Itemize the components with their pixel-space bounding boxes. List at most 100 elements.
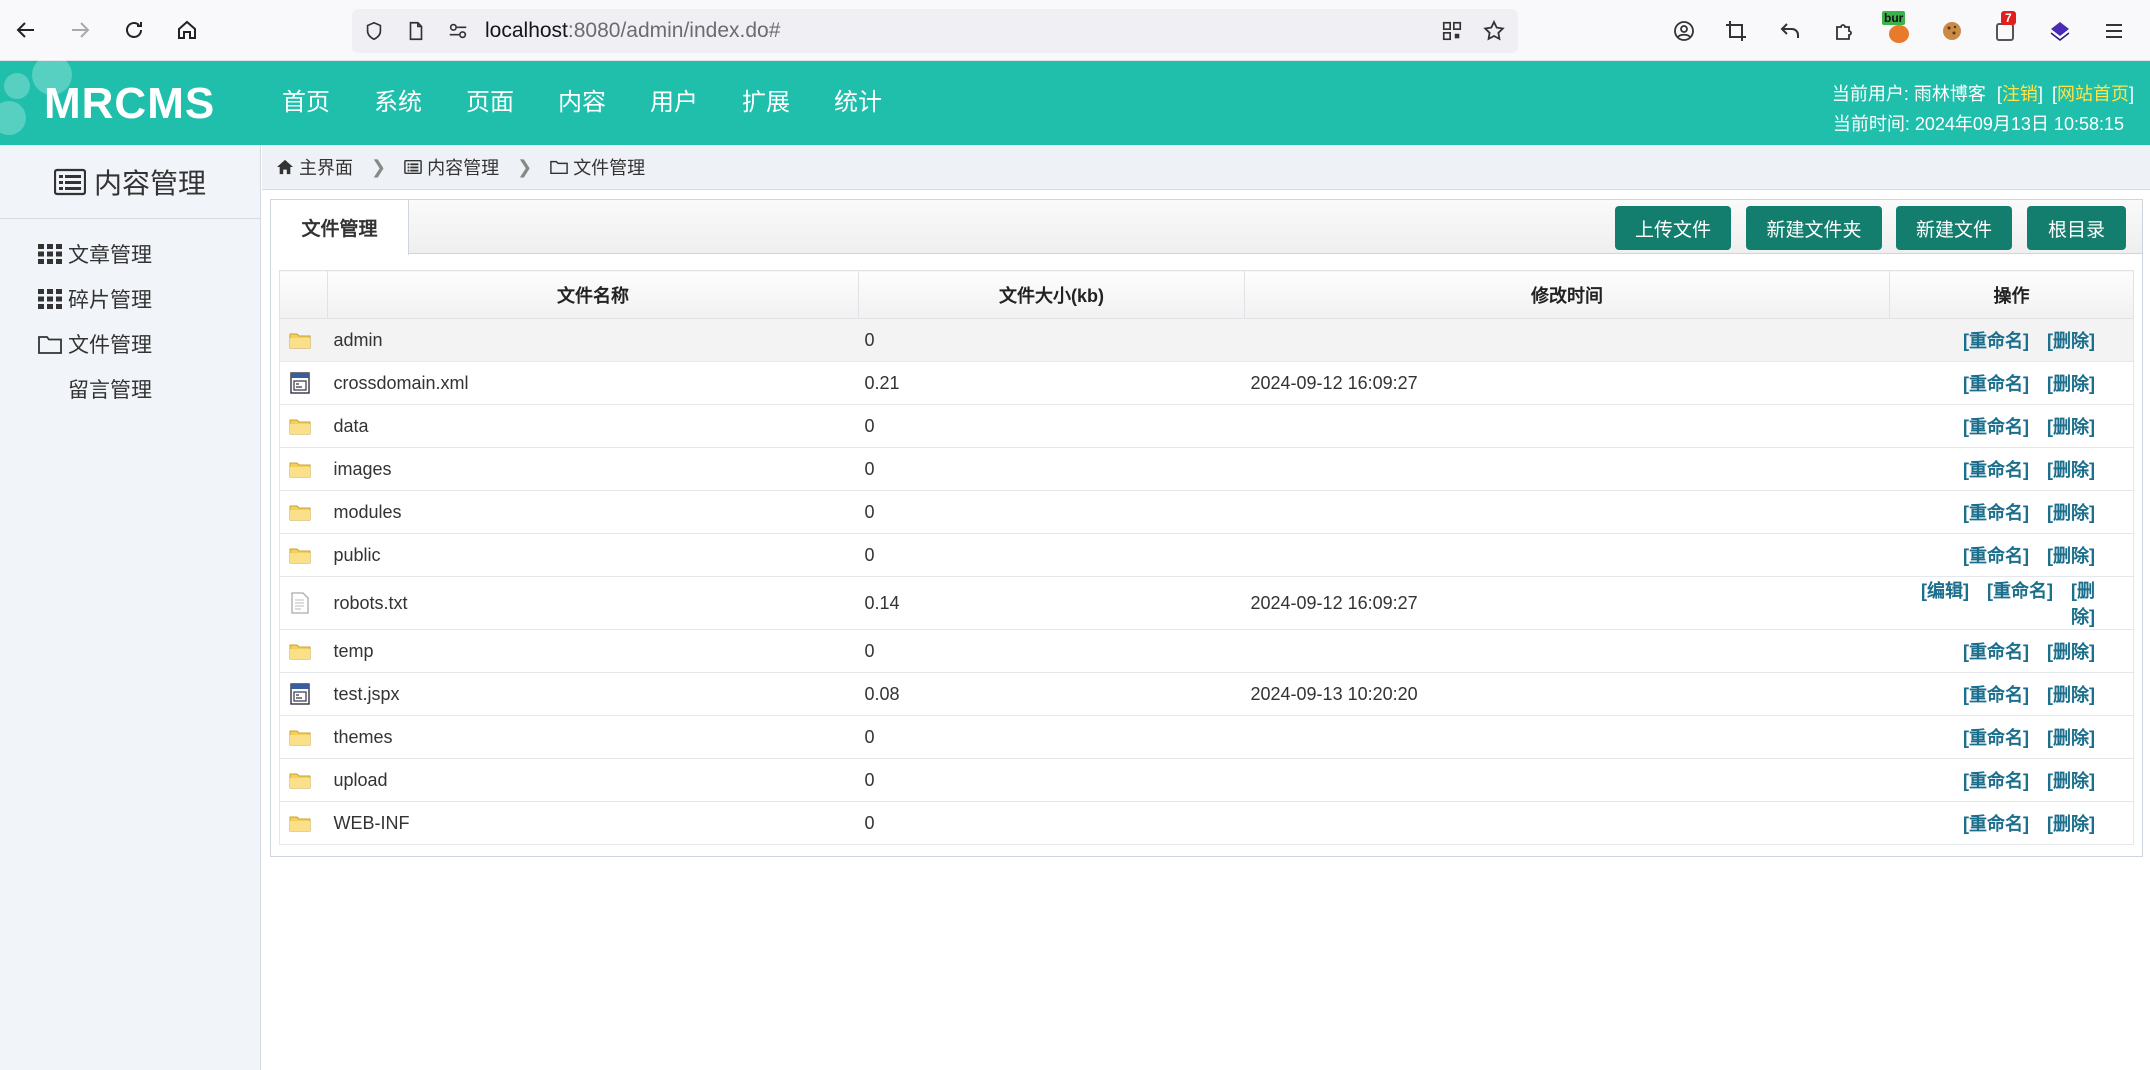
delete-link[interactable]: [删除] (2047, 685, 2095, 705)
rename-link[interactable]: [重命名] (1963, 546, 2029, 566)
root-directory-button[interactable]: 根目录 (2027, 206, 2126, 250)
app-logo[interactable]: MRCMS (44, 79, 215, 129)
file-size: 0.08 (858, 672, 1245, 716)
list-alt-icon (53, 168, 87, 196)
sidebar-item-articles[interactable]: 文章管理 (0, 231, 260, 276)
account-icon[interactable] (1670, 17, 1698, 45)
sidebar-item-messages[interactable]: 留言管理 (0, 366, 260, 411)
shield-icon[interactable] (362, 19, 386, 43)
menu-hamburger-icon[interactable] (2100, 17, 2128, 45)
breadcrumb-home[interactable]: 主界面 (276, 154, 353, 180)
file-name[interactable]: temp (327, 629, 859, 673)
nav-content[interactable]: 内容 (546, 61, 618, 145)
cookie-icon[interactable] (1938, 17, 1966, 45)
forward-arrow-icon[interactable] (64, 14, 96, 46)
logo-decoration (0, 101, 26, 135)
rename-link[interactable]: [重命名] (1963, 417, 2029, 437)
rename-link[interactable]: [重命名] (1963, 642, 2029, 662)
file-name[interactable]: crossdomain.xml (327, 361, 859, 405)
home-icon[interactable] (171, 14, 203, 46)
modified-time (1244, 447, 1890, 491)
nav-extensions[interactable]: 扩展 (730, 61, 802, 145)
nav-users[interactable]: 用户 (638, 61, 710, 145)
delete-link[interactable]: [删除] (2047, 546, 2095, 566)
file-name[interactable]: themes (327, 715, 859, 759)
delete-link[interactable]: [删除] (2047, 374, 2095, 394)
file-name[interactable]: modules (327, 490, 859, 534)
delete-link[interactable]: [删除] (2047, 642, 2095, 662)
rename-link[interactable]: [重命名] (1963, 685, 2029, 705)
connection-settings-icon[interactable] (446, 19, 470, 43)
table-row: themes 0 [重命名] [删除] (279, 715, 2134, 759)
delete-link[interactable]: [删除] (2047, 814, 2095, 834)
file-name[interactable]: data (327, 404, 859, 448)
breadcrumb-files[interactable]: 文件管理 (550, 154, 645, 180)
delete-link[interactable]: [删除] (2047, 728, 2095, 748)
delete-link[interactable]: [删除] (2047, 460, 2095, 480)
file-name[interactable]: test.jspx (327, 672, 859, 716)
notification-extension-icon[interactable]: 7 (1992, 11, 2020, 45)
rename-link[interactable]: [重命名] (1963, 771, 2029, 791)
rename-link[interactable]: [重命名] (1987, 581, 2053, 601)
rename-link[interactable]: [重命名] (1963, 460, 2029, 480)
row-actions: [重命名] [删除] (1889, 404, 2134, 448)
row-actions: [重命名] [删除] (1889, 533, 2134, 577)
nav-pages[interactable]: 页面 (454, 61, 526, 145)
file-name[interactable]: images (327, 447, 859, 491)
rename-link[interactable]: [重命名] (1963, 728, 2029, 748)
delete-link[interactable]: [删除] (2047, 417, 2095, 437)
delete-link[interactable]: [删除] (2047, 331, 2095, 351)
sidebar-item-files[interactable]: 文件管理 (0, 321, 260, 366)
breadcrumb-content[interactable]: 内容管理 (404, 154, 499, 180)
file-name[interactable]: WEB-INF (327, 801, 859, 845)
file-name[interactable]: public (327, 533, 859, 577)
file-name[interactable]: upload (327, 758, 859, 802)
upload-file-button[interactable]: 上传文件 (1615, 206, 1731, 250)
new-file-button[interactable]: 新建文件 (1896, 206, 2012, 250)
back-arrow-icon[interactable] (10, 14, 42, 46)
folder-icon (279, 801, 328, 845)
new-folder-button[interactable]: 新建文件夹 (1746, 206, 1882, 250)
extensions-puzzle-icon[interactable] (1830, 17, 1858, 45)
table-row: robots.txt 0.14 2024-09-12 16:09:27 [编辑] [重命… (279, 576, 2134, 630)
nav-statistics[interactable]: 统计 (822, 61, 894, 145)
stack-layers-icon[interactable] (2046, 17, 2074, 45)
undo-arrow-icon[interactable] (1776, 17, 1804, 45)
crop-icon[interactable] (1722, 17, 1750, 45)
file-name[interactable]: admin (327, 318, 859, 362)
rename-link[interactable]: [重命名] (1963, 374, 2029, 394)
table-row: modules 0 [重命名] [删除] (279, 490, 2134, 534)
burp-extension-icon[interactable]: bur (1882, 11, 1912, 45)
sidebar-item-label: 文件管理 (68, 333, 152, 357)
url-text[interactable]: localhost:8080/admin/index.do# (485, 19, 780, 43)
rename-link[interactable]: [重命名] (1963, 503, 2029, 523)
file-name[interactable]: robots.txt (327, 576, 859, 630)
logout-link[interactable]: 注销 (2002, 84, 2038, 104)
row-actions: [重命名] [删除] (1889, 715, 2134, 759)
bookmark-star-icon[interactable] (1482, 19, 1506, 43)
sidebar-item-label: 碎片管理 (68, 288, 152, 312)
edit-link[interactable]: [编辑] (1921, 581, 1969, 601)
nav-system[interactable]: 系统 (362, 61, 434, 145)
nav-home[interactable]: 首页 (270, 61, 342, 145)
header-file-name: 文件名称 (327, 270, 859, 319)
xml-file-icon (279, 672, 328, 716)
folder-icon (279, 404, 328, 448)
page-icon[interactable] (404, 19, 428, 43)
qr-code-icon[interactable] (1440, 19, 1464, 43)
delete-link[interactable]: [删除] (2071, 581, 2095, 627)
chevron-right-icon: ❯ (517, 156, 533, 177)
table-row: WEB-INF 0 [重命名] [删除] (279, 801, 2134, 845)
table-row: test.jspx 0.08 2024-09-13 10:20:20 [重命名] [删除… (279, 672, 2134, 716)
row-actions: [重命名] [删除] (1889, 318, 2134, 362)
rename-link[interactable]: [重命名] (1963, 814, 2029, 834)
delete-link[interactable]: [删除] (2047, 503, 2095, 523)
rename-link[interactable]: [重命名] (1963, 331, 2029, 351)
reload-icon[interactable] (118, 14, 150, 46)
sidebar-item-fragments[interactable]: 碎片管理 (0, 276, 260, 321)
tab-file-manager[interactable]: 文件管理 (271, 200, 409, 255)
delete-link[interactable]: [删除] (2047, 771, 2095, 791)
site-home-link[interactable]: 网站首页 (2057, 84, 2129, 104)
address-bar[interactable]: localhost:8080/admin/index.do# (352, 9, 1518, 53)
table-row: public 0 [重命名] [删除] (279, 533, 2134, 577)
